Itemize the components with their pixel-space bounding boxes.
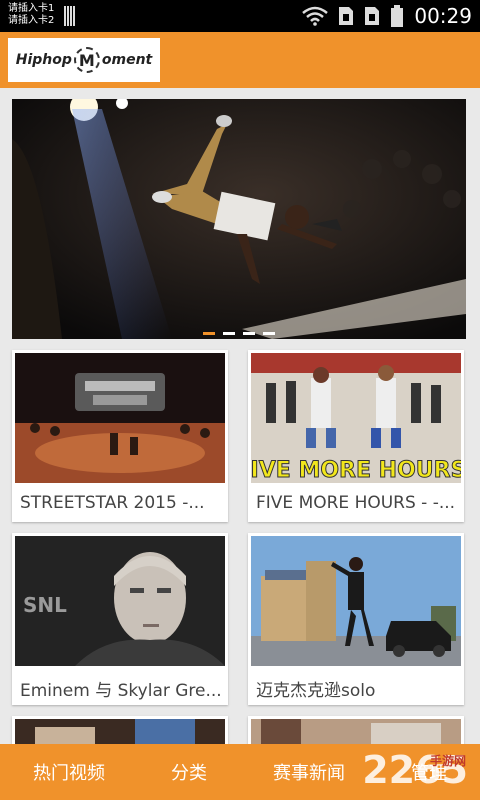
sim2-text: 请插入卡2 (8, 15, 55, 26)
video-thumbnail (15, 719, 225, 746)
nav-event-news[interactable]: 赛事新闻 (273, 759, 345, 785)
video-thumbnail (15, 353, 225, 483)
sim1-icon (339, 7, 354, 25)
nav-hot-videos[interactable]: 热门视频 (33, 759, 105, 785)
nav-categories[interactable]: 分类 (171, 759, 207, 785)
video-card-michael-jackson[interactable]: 迈克杰克逊solo (248, 533, 464, 705)
logo-text-1: Hiphop (15, 52, 72, 68)
video-title: 迈克杰克逊solo (256, 681, 376, 701)
sim-status: 请插入卡1 请插入卡2 (8, 3, 54, 27)
status-bar: 请插入卡1 请插入卡2 00:29 (0, 0, 480, 32)
video-card-streetstar[interactable]: STREETSTAR 2015 -... (12, 350, 228, 522)
carousel-dot-4[interactable] (263, 332, 275, 335)
video-thumbnail (251, 536, 461, 666)
sim1-text: 请插入卡1 (8, 3, 55, 14)
video-title: Eminem 与 Skylar Gre... (20, 681, 222, 701)
video-card-five-more-hours[interactable]: FIVE MORE HOURS! FIVE MORE HOURS - -... (248, 350, 464, 522)
five-more-hours-overlay: FIVE MORE HOURS! (251, 458, 461, 483)
video-card-partial-left[interactable] (12, 716, 228, 746)
logo-text-2: oment (101, 52, 153, 68)
app-logo[interactable]: Hiphop M oment (8, 38, 160, 82)
logo-m: M (73, 47, 100, 73)
carousel-dot-1[interactable] (203, 332, 215, 335)
sim2-icon (365, 7, 380, 25)
signal-bars-icon (64, 6, 80, 26)
carousel-indicator (12, 332, 466, 335)
battery-icon (391, 5, 404, 27)
banner-image (12, 99, 466, 339)
video-card-partial-right[interactable] (248, 716, 464, 746)
clock: 00:29 (414, 4, 472, 28)
video-thumbnail: FIVE MORE HOURS! (251, 353, 461, 483)
video-thumbnail: SNL (15, 536, 225, 666)
snl-overlay: SNL (23, 593, 67, 617)
carousel-dot-2[interactable] (223, 332, 235, 335)
watermark-subtext: 手游网 (429, 754, 466, 768)
banner-carousel[interactable] (12, 99, 466, 339)
wifi-icon (302, 6, 329, 26)
app-bar: Hiphop M oment (0, 32, 480, 88)
video-card-eminem[interactable]: SNL Eminem 与 Skylar Gre... (12, 533, 228, 705)
video-title: FIVE MORE HOURS - -... (256, 493, 456, 513)
video-title: STREETSTAR 2015 -... (20, 493, 205, 513)
carousel-dot-3[interactable] (243, 332, 255, 335)
video-thumbnail (251, 719, 461, 746)
